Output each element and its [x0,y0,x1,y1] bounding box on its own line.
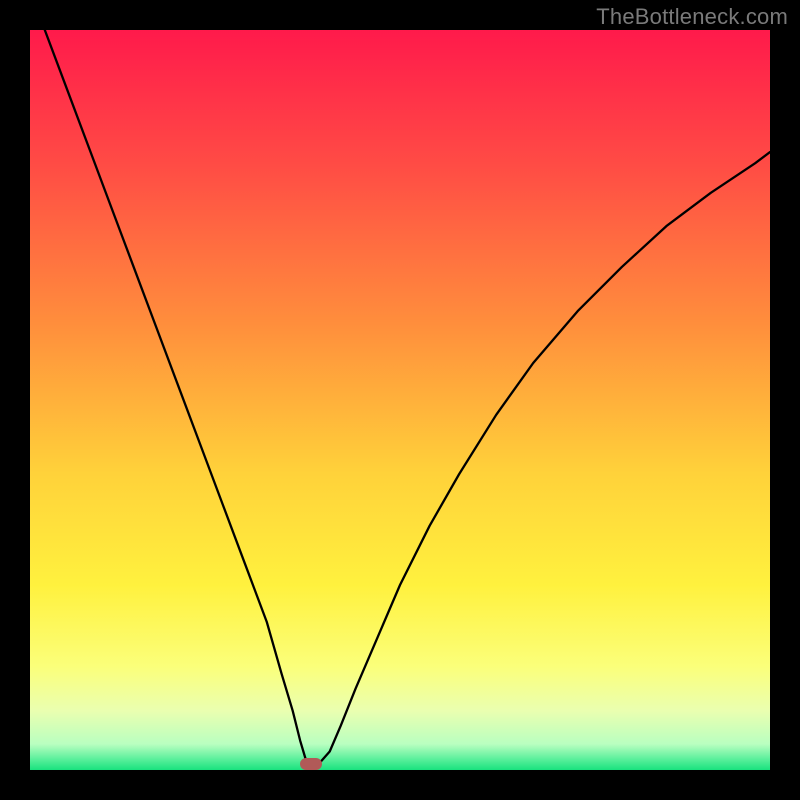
optimum-marker [300,758,322,770]
bottleneck-curve [30,30,770,770]
chart-frame: TheBottleneck.com [0,0,800,800]
plot-area [30,30,770,770]
watermark-text: TheBottleneck.com [596,4,788,30]
